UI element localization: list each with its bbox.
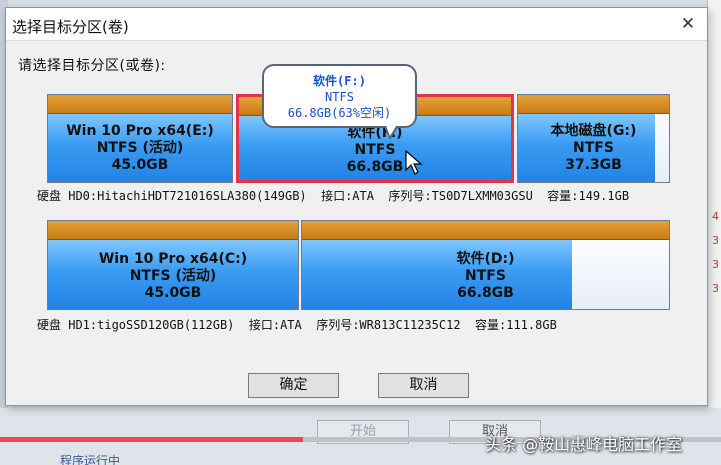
partition-name: Win 10 Pro x64(E:) (66, 123, 214, 139)
background-number: 3 (712, 258, 719, 271)
partition-header-bar (302, 221, 669, 240)
background-status-text: 程序运行中 (60, 454, 121, 465)
dialog-title: 选择目标分区(卷) (12, 18, 129, 36)
background-window-right-edge: 4 3 3 3 (707, 0, 721, 465)
partition-size: 45.0GB (111, 157, 169, 173)
close-icon[interactable]: ✕ (675, 12, 701, 36)
partition-E[interactable]: Win 10 Pro x64(E:) NTFS (活动) 45.0GB (47, 94, 233, 183)
partition-header-bar (518, 95, 669, 114)
partition-size: 37.3GB (565, 157, 622, 173)
partition-size: 66.8GB (346, 159, 404, 175)
partition-name: 软件(D:) (456, 251, 515, 267)
partition-tooltip: 软件(F:) NTFS 66.8GB(63%空闲) (262, 64, 417, 128)
partition-header-bar (48, 95, 232, 114)
partition-size: 66.8GB (457, 285, 514, 301)
ok-button[interactable]: 确定 (248, 373, 339, 398)
partition-filesystem: NTFS (活动) (129, 268, 217, 284)
partition-filesystem: NTFS (354, 142, 396, 158)
mouse-cursor-icon (405, 150, 423, 175)
partition-filesystem: NTFS (465, 268, 506, 284)
tooltip-filesystem: NTFS (325, 90, 354, 104)
cancel-button[interactable]: 取消 (378, 373, 469, 398)
partition-G[interactable]: 本地磁盘(G:) NTFS 37.3GB (517, 94, 670, 183)
disk-info-hd1: 硬盘 HD1:tigoSSD120GB(112GB) 接口:ATA 序列号:WR… (37, 318, 557, 332)
partition-name: 本地磁盘(G:) (550, 123, 637, 139)
background-number: 4 (712, 210, 719, 223)
disk-info-hd0: 硬盘 HD0:HitachiHDT721016SLA380(149GB) 接口:… (37, 189, 630, 203)
partition-name: Win 10 Pro x64(C:) (98, 251, 248, 267)
tooltip-tail-inner (385, 123, 398, 136)
partition-size: 45.0GB (144, 285, 202, 301)
video-progress-fill (0, 437, 303, 442)
partition-header-bar (48, 221, 298, 240)
partition-C[interactable]: Win 10 Pro x64(C:) NTFS (活动) 45.0GB (47, 220, 299, 310)
partition-filesystem: NTFS (573, 140, 614, 156)
dialog-titlebar: 选择目标分区(卷) ✕ (6, 8, 707, 41)
partition-D[interactable]: 软件(D:) NTFS 66.8GB (301, 220, 670, 310)
watermark: 头条 @鞍山惠峰电脑工作室 (485, 435, 683, 454)
background-number: 3 (712, 234, 719, 247)
partition-filesystem: NTFS (活动) (96, 140, 184, 156)
tooltip-size-free: 66.8GB(63%空闲) (287, 106, 392, 120)
tooltip-partition-name: 软件(F:) (313, 74, 366, 88)
background-number: 3 (712, 282, 719, 295)
dialog-prompt: 请选择目标分区(或卷): (18, 58, 166, 74)
